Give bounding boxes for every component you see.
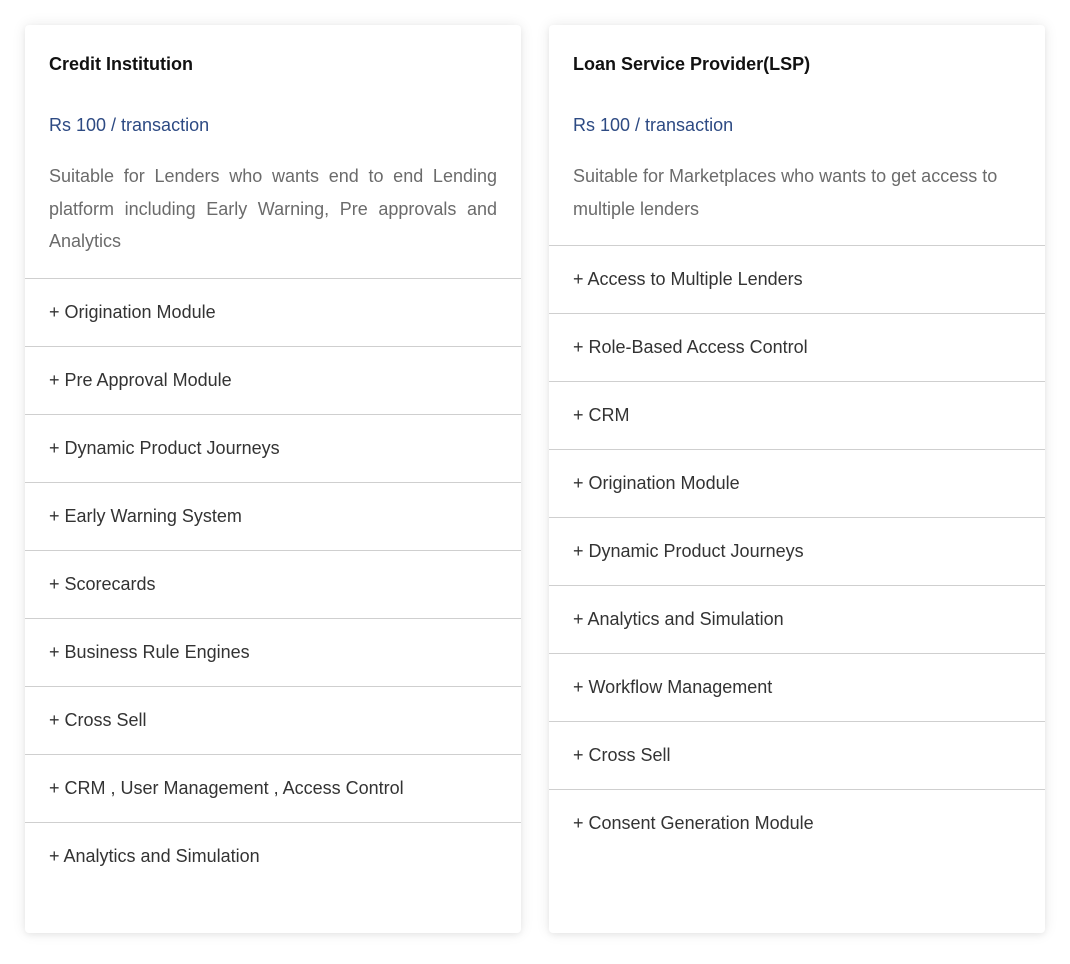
feature-item-business-rule-engines[interactable]: + Business Rule Engines: [25, 617, 521, 686]
feature-item-consent-generation-module[interactable]: + Consent Generation Module: [549, 789, 1045, 857]
feature-item-early-warning-system[interactable]: + Early Warning System: [25, 481, 521, 550]
plan-price: Rs 100 / transaction: [573, 115, 734, 135]
plan-card-credit-institution: Credit Institution Rs 100 / transaction …: [25, 25, 521, 933]
plan-description: Suitable for Marketplaces who wants to g…: [573, 166, 998, 219]
feature-item-workflow-management[interactable]: + Workflow Management: [549, 653, 1045, 721]
plan-description: Suitable for Lenders who wants end to en…: [49, 166, 497, 251]
feature-item-cross-sell[interactable]: + Cross Sell: [25, 685, 521, 754]
pricing-section: Credit Institution Rs 100 / transaction …: [0, 0, 1070, 964]
feature-item-dynamic-product-journeys[interactable]: + Dynamic Product Journeys: [25, 413, 521, 482]
feature-item-dynamic-product-journeys[interactable]: + Dynamic Product Journeys: [549, 517, 1045, 585]
feature-item-crm[interactable]: + CRM: [549, 381, 1045, 449]
feature-item-cross-sell[interactable]: + Cross Sell: [549, 721, 1045, 789]
feature-item-role-based-access-control[interactable]: + Role-Based Access Control: [549, 313, 1045, 381]
feature-item-origination-module[interactable]: + Origination Module: [25, 277, 521, 346]
feature-item-scorecards[interactable]: + Scorecards: [25, 549, 521, 618]
feature-item-crm-user-management-access-control[interactable]: + CRM , User Management , Access Control: [25, 753, 521, 822]
feature-list: + Origination Module + Pre Approval Modu…: [25, 277, 521, 890]
feature-item-access-to-multiple-lenders[interactable]: + Access to Multiple Lenders: [549, 245, 1045, 313]
plan-header: Credit Institution Rs 100 / transaction …: [25, 25, 521, 278]
feature-item-analytics-and-simulation[interactable]: + Analytics and Simulation: [549, 585, 1045, 653]
feature-list: + Access to Multiple Lenders + Role-Base…: [549, 245, 1045, 857]
plan-title: Credit Institution: [49, 54, 193, 74]
plan-card-loan-service-provider: Loan Service Provider(LSP) Rs 100 / tran…: [549, 25, 1045, 933]
feature-item-pre-approval-module[interactable]: + Pre Approval Module: [25, 345, 521, 414]
feature-item-analytics-and-simulation[interactable]: + Analytics and Simulation: [25, 821, 521, 890]
feature-item-origination-module[interactable]: + Origination Module: [549, 449, 1045, 517]
plan-price: Rs 100 / transaction: [49, 115, 210, 135]
plan-title: Loan Service Provider(LSP): [573, 54, 811, 74]
plan-header: Loan Service Provider(LSP) Rs 100 / tran…: [549, 25, 1045, 245]
